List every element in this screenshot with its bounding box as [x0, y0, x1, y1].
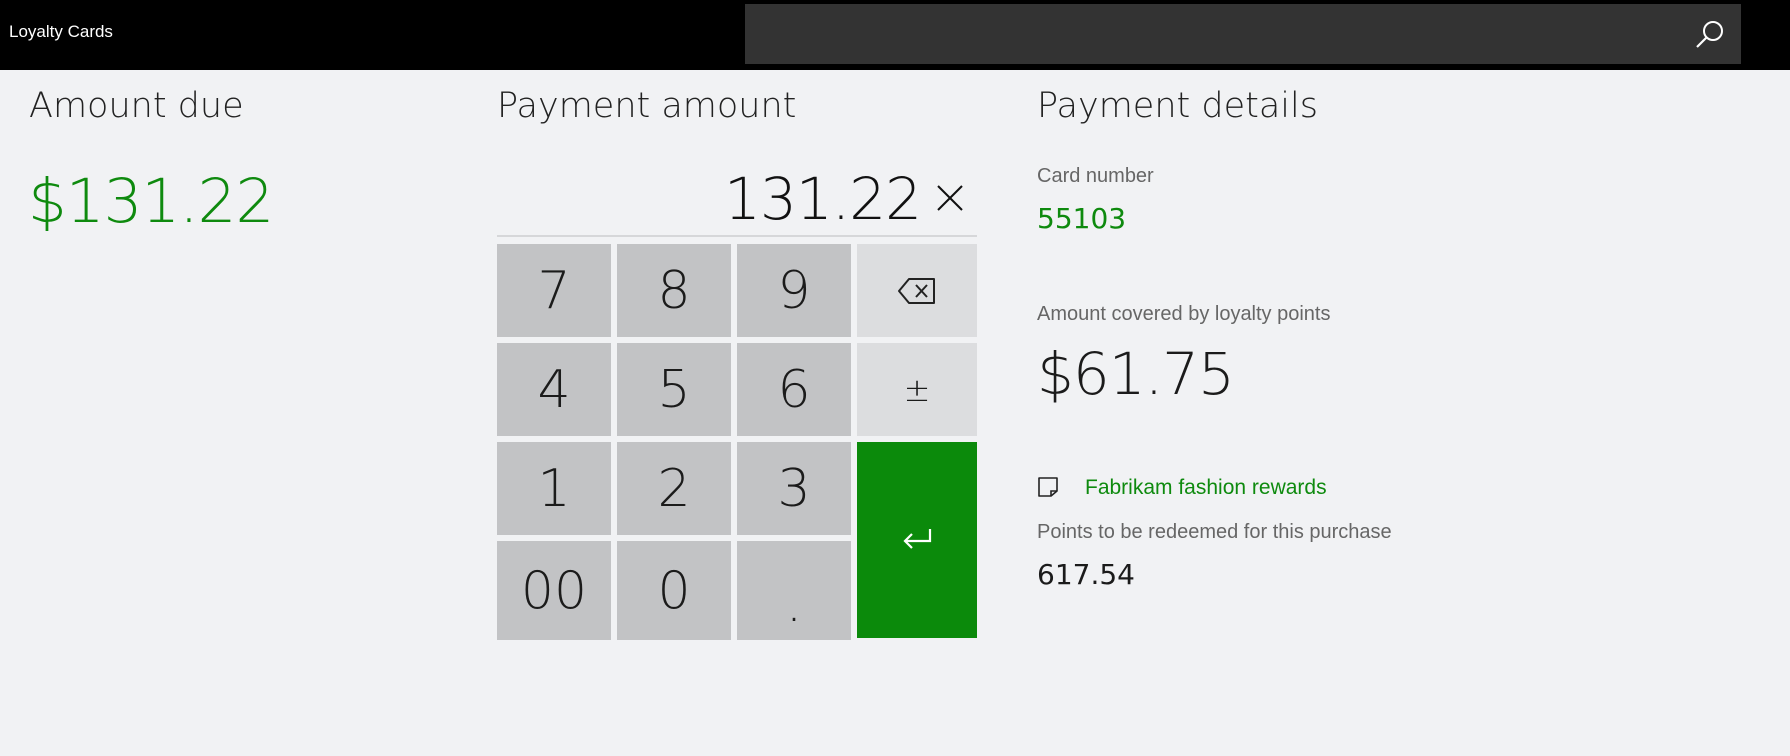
- card-number-value: 55103: [1037, 202, 1127, 235]
- search-icon[interactable]: [1693, 18, 1727, 52]
- key-0[interactable]: 0: [617, 541, 731, 640]
- plus-minus-button[interactable]: ±: [857, 343, 977, 436]
- search-input[interactable]: [745, 4, 1675, 64]
- amount-due-heading: Amount due: [29, 86, 244, 126]
- covered-amount-value: $61.75: [1037, 340, 1235, 408]
- payment-amount-value: 131.22: [724, 165, 922, 233]
- points-label: Points to be redeemed for this purchase: [1037, 521, 1392, 543]
- key-8[interactable]: 8: [617, 244, 731, 337]
- card-number-label: Card number: [1037, 165, 1154, 187]
- key-decimal[interactable]: .: [737, 541, 851, 640]
- payment-amount-heading: Payment amount: [497, 86, 797, 126]
- key-2[interactable]: 2: [617, 442, 731, 535]
- key-6[interactable]: 6: [737, 343, 851, 436]
- backspace-button[interactable]: [857, 244, 977, 337]
- payment-details-heading: Payment details: [1037, 86, 1318, 126]
- points-value: 617.54: [1037, 558, 1135, 591]
- key-1[interactable]: 1: [497, 442, 611, 535]
- covered-amount-label: Amount covered by loyalty points: [1037, 303, 1331, 325]
- key-00[interactable]: 00: [497, 541, 611, 640]
- app-title: Loyalty Cards: [9, 22, 113, 41]
- enter-button[interactable]: [857, 442, 977, 638]
- card-icon: [1038, 477, 1058, 497]
- numeric-keypad: 7 8 9 4 5 6 ± 1 2 3 00 0 .: [497, 244, 977, 640]
- close-icon[interactable]: [933, 181, 967, 215]
- key-4[interactable]: 4: [497, 343, 611, 436]
- key-7[interactable]: 7: [497, 244, 611, 337]
- enter-icon: [903, 529, 932, 549]
- search-box[interactable]: [745, 4, 1741, 64]
- loyalty-program-link[interactable]: Fabrikam fashion rewards: [1085, 476, 1327, 500]
- payment-amount-display[interactable]: 131.22: [497, 165, 977, 237]
- key-5[interactable]: 5: [617, 343, 731, 436]
- key-9[interactable]: 9: [737, 244, 851, 337]
- top-bar: Loyalty Cards: [0, 0, 1790, 70]
- key-3[interactable]: 3: [737, 442, 851, 535]
- backspace-icon: [898, 277, 935, 304]
- amount-due-value: $131.22: [28, 166, 274, 237]
